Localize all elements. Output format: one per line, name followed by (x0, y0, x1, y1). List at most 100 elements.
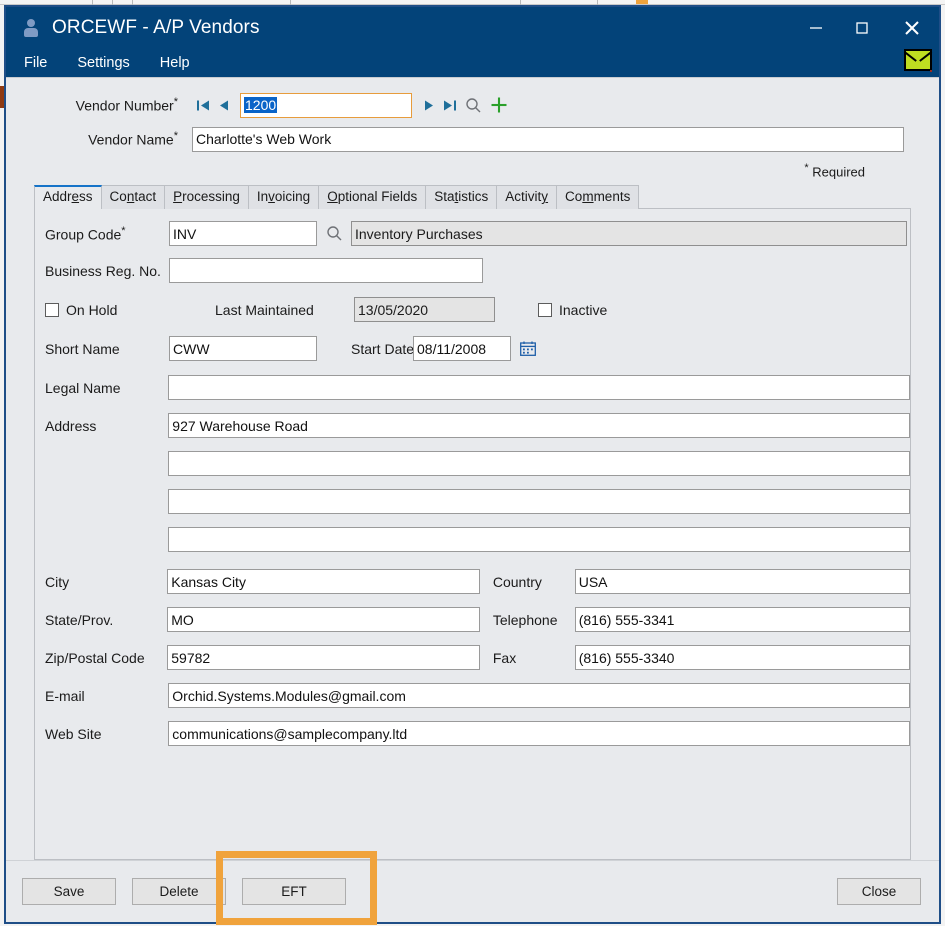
inactive-label: Inactive (559, 302, 607, 318)
vendor-number-input[interactable]: 1200 (240, 93, 412, 118)
search-icon[interactable] (460, 93, 486, 117)
short-name-input[interactable]: CWW (169, 336, 317, 361)
close-icon[interactable] (885, 7, 939, 49)
address-line-4-row (35, 527, 910, 552)
window-title: ORCEWF - A/P Vendors (52, 17, 260, 39)
state-prov-input[interactable]: MO (167, 607, 480, 632)
address-line-2-row (35, 451, 910, 476)
group-code-input[interactable]: INV (169, 221, 317, 246)
tab-address[interactable]: Address (34, 185, 102, 209)
address-line-1-input[interactable]: 927 Warehouse Road (168, 413, 910, 438)
business-reg-no-input[interactable] (169, 258, 483, 283)
inactive-checkbox[interactable]: Inactive (538, 302, 607, 318)
city-label: City (45, 574, 167, 590)
delete-button[interactable]: Delete (132, 878, 226, 905)
menu-item-settings[interactable]: Settings (77, 55, 129, 71)
city-input[interactable]: Kansas City (167, 569, 480, 594)
address-line-3-row (35, 489, 910, 514)
button-bar: Save Delete EFT Close (6, 860, 939, 922)
save-button[interactable]: Save (22, 878, 116, 905)
zip-fax-row: Zip/Postal Code 59782 Fax (816) 555-3340 (35, 645, 910, 670)
business-reg-no-label: Business Reg. No. (45, 263, 169, 279)
first-record-icon[interactable] (192, 94, 213, 116)
vendor-number-row: Vendor Number* 1200 (34, 92, 905, 118)
legal-name-label: Legal Name (45, 380, 168, 396)
group-code-finder-icon[interactable] (321, 222, 347, 246)
state-prov-label: State/Prov. (45, 612, 167, 628)
required-note: * Required (34, 152, 905, 179)
tab-invoicing[interactable]: Invoicing (248, 185, 319, 209)
zip-postal-code-input[interactable]: 59782 (167, 645, 480, 670)
previous-record-icon[interactable] (213, 94, 234, 116)
vendor-number-value: 1200 (244, 97, 277, 113)
tab-activity[interactable]: Activity (496, 185, 557, 209)
plus-icon[interactable] (486, 93, 512, 117)
address-label: Address (45, 418, 168, 434)
minimize-icon[interactable] (793, 7, 839, 49)
web-site-row: Web Site communications@samplecompany.lt… (35, 721, 910, 746)
address-tab-panel: Group Code* INV Inventory Purchases Busi… (34, 208, 911, 860)
tab-processing[interactable]: Processing (164, 185, 249, 209)
legal-name-input[interactable] (168, 375, 910, 400)
calendar-icon[interactable] (520, 341, 536, 356)
web-site-input[interactable]: communications@samplecompany.ltd (168, 721, 910, 746)
vendor-number-label: Vendor Number* (34, 96, 192, 114)
fax-input[interactable]: (816) 555-3340 (575, 645, 910, 670)
start-date-label: Start Date (317, 341, 413, 357)
last-maintained-value: 13/05/2020 (354, 297, 495, 322)
envelope-badge-dot (930, 70, 932, 72)
group-code-label: Group Code* (45, 225, 169, 243)
menu-item-help[interactable]: Help (160, 55, 190, 71)
envelope-icon[interactable] (904, 49, 932, 71)
tab-strip: Address Contact Processing Invoicing Opt… (34, 185, 939, 209)
zip-postal-code-label: Zip/Postal Code (45, 650, 167, 666)
fax-label: Fax (480, 650, 575, 666)
menu-bar: File Settings Help (6, 49, 939, 77)
start-date-input[interactable]: 08/11/2008 (413, 336, 511, 361)
last-record-icon[interactable] (439, 94, 460, 116)
vendor-name-label: Vendor Name* (34, 130, 192, 148)
ap-vendors-window: ORCEWF - A/P Vendors File Setting (4, 5, 941, 924)
address-line-2-input[interactable] (168, 451, 910, 476)
city-country-row: City Kansas City Country USA (35, 569, 910, 594)
menu-item-file[interactable]: File (24, 55, 47, 71)
on-hold-label: On Hold (66, 302, 117, 318)
window-controls (793, 7, 939, 49)
state-telephone-row: State/Prov. MO Telephone (816) 555-3341 (35, 607, 910, 632)
address-line-4-input[interactable] (168, 527, 910, 552)
desktop-background: ORCEWF - A/P Vendors File Setting (0, 0, 945, 926)
web-site-label: Web Site (45, 726, 168, 742)
person-icon (23, 19, 39, 37)
telephone-input[interactable]: (816) 555-3341 (575, 607, 910, 632)
telephone-label: Telephone (480, 612, 575, 628)
last-maintained-label: Last Maintained (215, 302, 354, 318)
next-record-icon[interactable] (418, 94, 439, 116)
tab-comments[interactable]: Comments (556, 185, 639, 209)
maximize-icon[interactable] (839, 7, 885, 49)
tab-contact[interactable]: Contact (101, 185, 166, 209)
email-input[interactable]: Orchid.Systems.Modules@gmail.com (168, 683, 910, 708)
close-button[interactable]: Close (837, 878, 921, 905)
tab-statistics[interactable]: Statistics (425, 185, 497, 209)
address-line-3-input[interactable] (168, 489, 910, 514)
tab-optional-fields[interactable]: Optional Fields (318, 185, 426, 209)
client-area: Vendor Number* 1200 (6, 77, 939, 922)
on-hold-checkbox-box (45, 303, 59, 317)
country-input[interactable]: USA (575, 569, 910, 594)
short-name-row: Short Name CWW Start Date 08/11/2008 (35, 336, 910, 361)
short-name-label: Short Name (45, 341, 169, 357)
on-hold-checkbox[interactable]: On Hold (45, 302, 215, 318)
country-label: Country (480, 574, 575, 590)
title-bar: ORCEWF - A/P Vendors (6, 7, 939, 49)
group-code-row: Group Code* INV Inventory Purchases (35, 221, 910, 246)
vendor-name-row: Vendor Name* Charlotte's Web Work (34, 126, 905, 152)
legal-name-row: Legal Name (35, 375, 910, 400)
vendor-name-input[interactable]: Charlotte's Web Work (192, 127, 904, 152)
group-code-description: Inventory Purchases (351, 221, 907, 246)
email-label: E-mail (45, 688, 168, 704)
vendor-header: Vendor Number* 1200 (6, 78, 939, 179)
eft-button[interactable]: EFT (242, 878, 346, 905)
business-reg-no-row: Business Reg. No. (35, 258, 910, 283)
email-row: E-mail Orchid.Systems.Modules@gmail.com (35, 683, 910, 708)
status-row: On Hold Last Maintained 13/05/2020 Inact… (35, 297, 910, 322)
